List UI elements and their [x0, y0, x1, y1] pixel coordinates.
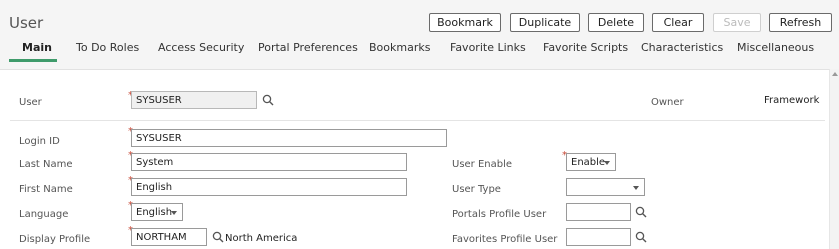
favorites-profile-search-icon[interactable] — [635, 231, 647, 243]
login-id-field[interactable]: SYSUSER — [131, 129, 447, 147]
scroll-up-icon[interactable] — [832, 72, 838, 76]
first-name-field[interactable]: English — [131, 178, 407, 196]
tab-characteristics[interactable]: Characteristics — [641, 41, 723, 63]
last-name-field[interactable]: System — [131, 153, 407, 171]
user-field[interactable]: SYSUSER — [131, 91, 257, 109]
favorites-profile-user-label: Favorites Profile User — [452, 234, 558, 245]
bookmark-button[interactable]: Bookmark — [429, 13, 501, 32]
tab-bar: Main To Do Roles Access Security Portal … — [0, 41, 839, 63]
display-profile-description: North America — [225, 233, 298, 244]
language-select-value: English — [136, 206, 173, 218]
save-button[interactable]: Save — [713, 13, 761, 32]
tab-main-indicator — [9, 59, 57, 62]
display-profile-field[interactable]: NORTHAM — [131, 228, 207, 246]
tab-favorite-links[interactable]: Favorite Links — [450, 41, 526, 63]
last-name-label: Last Name — [19, 159, 73, 170]
chevron-down-icon — [633, 186, 639, 190]
tab-access-security[interactable]: Access Security — [158, 41, 244, 63]
tab-to-do-roles[interactable]: To Do Roles — [76, 41, 139, 63]
display-profile-label: Display Profile — [19, 234, 91, 245]
user-type-select[interactable] — [566, 178, 645, 196]
user-label: User — [19, 97, 42, 108]
owner-value: Framework — [764, 95, 820, 106]
delete-button[interactable]: Delete — [588, 13, 644, 32]
tab-favorite-scripts[interactable]: Favorite Scripts — [543, 41, 628, 63]
main-form-panel: User * SYSUSER Owner Framework Login ID … — [0, 69, 839, 249]
first-name-label: First Name — [19, 184, 73, 195]
tab-miscellaneous[interactable]: Miscellaneous — [737, 41, 814, 63]
language-select[interactable]: English — [131, 203, 183, 221]
tab-bookmarks[interactable]: Bookmarks — [369, 41, 430, 63]
language-label: Language — [19, 209, 69, 220]
clear-button[interactable]: Clear — [652, 13, 704, 32]
display-profile-search-icon[interactable] — [212, 231, 224, 243]
vertical-scrollbar[interactable] — [829, 69, 839, 249]
user-search-icon[interactable] — [262, 94, 274, 106]
owner-label: Owner — [651, 97, 684, 108]
section-divider — [10, 120, 825, 121]
user-enable-select-value: Enable — [571, 156, 606, 168]
portals-profile-user-label: Portals Profile User — [452, 209, 547, 220]
login-id-label: Login ID — [19, 136, 60, 147]
tab-portal-preferences[interactable]: Portal Preferences — [258, 41, 358, 63]
chevron-down-icon — [171, 211, 177, 215]
user-enable-label: User Enable — [452, 159, 513, 170]
user-type-label: User Type — [452, 184, 501, 195]
favorites-profile-user-field[interactable] — [566, 228, 631, 246]
chevron-down-icon — [604, 161, 610, 165]
user-enable-select[interactable]: Enable — [566, 153, 616, 171]
refresh-button[interactable]: Refresh — [769, 13, 832, 32]
portals-profile-user-field[interactable] — [566, 203, 631, 221]
duplicate-button[interactable]: Duplicate — [510, 13, 580, 32]
portals-profile-search-icon[interactable] — [635, 206, 647, 218]
toolbar: Bookmark Duplicate Delete Clear Save Ref… — [0, 13, 839, 33]
